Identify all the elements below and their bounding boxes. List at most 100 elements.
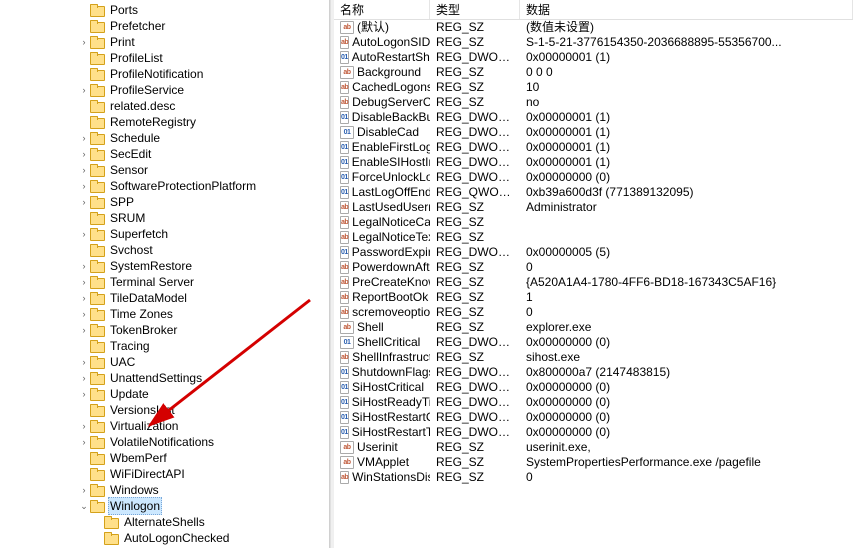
- tree-item[interactable]: ›Windows: [0, 482, 329, 498]
- chevron-right-icon[interactable]: ›: [78, 178, 90, 194]
- chevron-right-icon[interactable]: ›: [78, 322, 90, 338]
- chevron-right-icon[interactable]: ›: [78, 162, 90, 178]
- value-row[interactable]: DisableCadREG_DWORD0x00000001 (1): [334, 125, 853, 140]
- tree-item[interactable]: ›Time Zones: [0, 306, 329, 322]
- value-row[interactable]: SiHostRestartTi...REG_DWORD0x00000000 (0…: [334, 425, 853, 440]
- value-row[interactable]: PowerdownAfte...REG_SZ0: [334, 260, 853, 275]
- registry-editor: ›Ports›Prefetcher›Print›ProfileList›Prof…: [0, 0, 853, 548]
- folder-icon: [90, 468, 104, 480]
- chevron-right-icon[interactable]: ›: [78, 34, 90, 50]
- value-row[interactable]: SiHostReadyTi...REG_DWORD0x00000000 (0): [334, 395, 853, 410]
- value-name: ShutdownFlags: [352, 365, 430, 380]
- value-row[interactable]: DisableBackBut...REG_DWORD0x00000001 (1): [334, 110, 853, 125]
- tree-item[interactable]: ›VersionsList: [0, 402, 329, 418]
- tree-item[interactable]: ›RemoteRegistry: [0, 114, 329, 130]
- chevron-right-icon[interactable]: ›: [78, 146, 90, 162]
- value-row[interactable]: AutoRestartShellREG_DWORD0x00000001 (1): [334, 50, 853, 65]
- tree-item[interactable]: ›TokenBroker: [0, 322, 329, 338]
- value-row[interactable]: LastUsedUsern...REG_SZAdministrator: [334, 200, 853, 215]
- tree-item[interactable]: ›AutoLogonChecked: [0, 530, 329, 546]
- chevron-right-icon[interactable]: ›: [78, 386, 90, 402]
- tree-item[interactable]: ›SPP: [0, 194, 329, 210]
- value-row[interactable]: LastLogOffEndT...REG_QWORD0xb39a600d3f (…: [334, 185, 853, 200]
- values-pane[interactable]: 名称 类型 数据 (默认)REG_SZ(数值未设置)AutoLogonSIDRE…: [334, 0, 853, 548]
- tree-item[interactable]: ›Tracing: [0, 338, 329, 354]
- chevron-down-icon[interactable]: ⌄: [78, 498, 90, 514]
- tree-item[interactable]: ›Virtualization: [0, 418, 329, 434]
- value-row[interactable]: EnableFirstLogo...REG_DWORD0x00000001 (1…: [334, 140, 853, 155]
- tree-item[interactable]: › VolatileNotifications: [0, 434, 329, 450]
- tree-item[interactable]: ›SoftwareProtectionPlatform: [0, 178, 329, 194]
- tree-item[interactable]: ›Superfetch: [0, 226, 329, 242]
- tree-item[interactable]: ›TileDataModel: [0, 290, 329, 306]
- tree-item[interactable]: ›Print: [0, 34, 329, 50]
- chevron-right-icon[interactable]: ›: [78, 82, 90, 98]
- chevron-right-icon[interactable]: ›: [78, 130, 90, 146]
- tree-item[interactable]: ›Update: [0, 386, 329, 402]
- tree-item[interactable]: ›SecEdit: [0, 146, 329, 162]
- tree-item[interactable]: ›WbemPerf: [0, 450, 329, 466]
- chevron-right-icon[interactable]: ›: [78, 354, 90, 370]
- chevron-right-icon[interactable]: ›: [78, 258, 90, 274]
- value-row[interactable]: (默认)REG_SZ(数值未设置): [334, 20, 853, 35]
- value-row[interactable]: ShellCriticalREG_DWORD0x00000000 (0): [334, 335, 853, 350]
- tree-item[interactable]: ›Prefetcher: [0, 18, 329, 34]
- value-row[interactable]: VMAppletREG_SZSystemPropertiesPerformanc…: [334, 455, 853, 470]
- value-row[interactable]: SiHostRestartC...REG_DWORD0x00000000 (0): [334, 410, 853, 425]
- value-row[interactable]: ReportBootOkREG_SZ1: [334, 290, 853, 305]
- value-row[interactable]: AutoLogonSIDREG_SZS-1-5-21-3776154350-20…: [334, 35, 853, 50]
- tree-item[interactable]: ›Ports: [0, 2, 329, 18]
- value-type: REG_SZ: [430, 200, 520, 215]
- col-header-name[interactable]: 名称: [334, 0, 430, 19]
- value-row[interactable]: SiHostCriticalREG_DWORD0x00000000 (0): [334, 380, 853, 395]
- chevron-right-icon[interactable]: ›: [78, 274, 90, 290]
- value-type: REG_SZ: [430, 320, 520, 335]
- string-value-icon: [340, 471, 349, 484]
- chevron-right-icon[interactable]: ›: [78, 290, 90, 306]
- chevron-right-icon[interactable]: ›: [78, 370, 90, 386]
- chevron-right-icon[interactable]: ›: [78, 434, 90, 450]
- value-row[interactable]: LegalNoticeTextREG_SZ: [334, 230, 853, 245]
- tree-item[interactable]: ⌄Winlogon: [0, 498, 329, 514]
- folder-icon: [90, 372, 104, 384]
- value-row[interactable]: BackgroundREG_SZ0 0 0: [334, 65, 853, 80]
- tree-item[interactable]: ›UnattendSettings: [0, 370, 329, 386]
- folder-icon: [90, 228, 104, 240]
- tree-item[interactable]: ›SRUM: [0, 210, 329, 226]
- value-row[interactable]: WinStationsDis...REG_SZ0: [334, 470, 853, 485]
- chevron-right-icon[interactable]: ›: [78, 306, 90, 322]
- chevron-right-icon[interactable]: ›: [78, 226, 90, 242]
- tree-item[interactable]: ›ProfileService: [0, 82, 329, 98]
- tree-item[interactable]: ›related.desc: [0, 98, 329, 114]
- value-row[interactable]: LegalNoticeCap...REG_SZ: [334, 215, 853, 230]
- col-header-type[interactable]: 类型: [430, 0, 520, 19]
- tree-item[interactable]: ›Sensor: [0, 162, 329, 178]
- value-row[interactable]: EnableSIHostIn...REG_DWORD0x00000001 (1): [334, 155, 853, 170]
- tree-item[interactable]: ›Terminal Server: [0, 274, 329, 290]
- tree-item[interactable]: ›Svchost: [0, 242, 329, 258]
- value-row[interactable]: ForceUnlockLo...REG_DWORD0x00000000 (0): [334, 170, 853, 185]
- tree-item[interactable]: ›ProfileNotification: [0, 66, 329, 82]
- value-row[interactable]: PasswordExpiry...REG_DWORD0x00000005 (5): [334, 245, 853, 260]
- chevron-right-icon[interactable]: ›: [78, 482, 90, 498]
- value-row[interactable]: DebugServerCo...REG_SZno: [334, 95, 853, 110]
- value-row[interactable]: UserinitREG_SZuserinit.exe,: [334, 440, 853, 455]
- value-row[interactable]: ShutdownFlagsREG_DWORD0x800000a7 (214748…: [334, 365, 853, 380]
- tree-item-label: UAC: [108, 354, 137, 370]
- tree-item[interactable]: ›AlternateShells: [0, 514, 329, 530]
- value-row[interactable]: CachedLogons...REG_SZ10: [334, 80, 853, 95]
- tree-item[interactable]: › UAC: [0, 354, 329, 370]
- tree-item[interactable]: ›ProfileList: [0, 50, 329, 66]
- value-row[interactable]: ShellInfrastruct...REG_SZsihost.exe: [334, 350, 853, 365]
- chevron-right-icon[interactable]: ›: [78, 194, 90, 210]
- chevron-right-icon[interactable]: ›: [78, 418, 90, 434]
- value-row[interactable]: scremoveoptionREG_SZ0: [334, 305, 853, 320]
- tree-item[interactable]: ›Schedule: [0, 130, 329, 146]
- tree-item[interactable]: ›WiFiDirectAPI: [0, 466, 329, 482]
- value-row[interactable]: ShellREG_SZexplorer.exe: [334, 320, 853, 335]
- col-header-data[interactable]: 数据: [520, 0, 853, 19]
- value-row[interactable]: PreCreateKnow...REG_SZ{A520A1A4-1780-4FF…: [334, 275, 853, 290]
- tree-item-label: VolatileNotifications: [108, 434, 216, 450]
- tree-item[interactable]: ›SystemRestore: [0, 258, 329, 274]
- tree-pane[interactable]: ›Ports›Prefetcher›Print›ProfileList›Prof…: [0, 0, 330, 548]
